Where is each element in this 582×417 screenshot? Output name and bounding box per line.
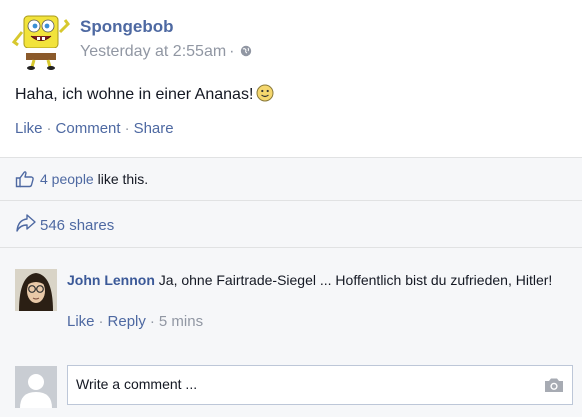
comment-author-link[interactable]: John Lennon [67, 272, 155, 288]
meta-separator: · [229, 43, 235, 60]
post-message: Haha, ich wohne in einer Ananas! [15, 86, 254, 103]
share-link[interactable]: Share [134, 120, 174, 137]
likes-suffix: like this. [93, 171, 149, 187]
spongebob-avatar[interactable] [11, 12, 70, 70]
smiley-icon [256, 84, 274, 107]
comment-input[interactable]: Write a comment ... [67, 365, 573, 405]
john-lennon-avatar[interactable] [15, 269, 57, 311]
post-header: Spongebob Yesterday at 2:55am · Haha, ich… [0, 0, 582, 157]
comment-action-separator: · [98, 313, 104, 330]
post-actions: Like · Comment · Share [15, 120, 174, 137]
comment-body: John Lennon Ja, ohne Fairtrade-Siegel ..… [67, 270, 572, 291]
current-user-avatar [15, 366, 57, 408]
comment-like-link[interactable]: Like [67, 313, 95, 330]
likes-count-link[interactable]: 4 people [40, 171, 94, 187]
comments-section: John Lennon Ja, ohne Fairtrade-Siegel ..… [0, 247, 582, 417]
post-meta: Yesterday at 2:55am · [80, 43, 252, 62]
camera-icon[interactable] [544, 377, 564, 396]
comment-input-placeholder: Write a comment ... [76, 376, 198, 392]
globe-icon[interactable] [240, 44, 252, 62]
post-timestamp[interactable]: Yesterday at 2:55am [80, 43, 226, 60]
likes-row: 4 people like this. [0, 157, 582, 200]
likes-summary: 4 people like this. [40, 171, 148, 187]
shares-count-link[interactable]: 546 shares [40, 217, 114, 234]
comment-actions: Like · Reply · 5 mins [67, 313, 203, 330]
comment-action-separator: · [149, 313, 155, 330]
comment-link[interactable]: Comment [56, 120, 121, 137]
action-separator: · [124, 120, 130, 137]
thumbs-up-icon [15, 170, 35, 193]
action-separator: · [46, 120, 52, 137]
comment-text: Ja, ohne Fairtrade-Siegel ... Hoffentlic… [158, 272, 553, 288]
share-arrow-icon [15, 213, 37, 238]
post-text: Haha, ich wohne in einer Ananas! [15, 84, 274, 107]
like-link[interactable]: Like [15, 120, 43, 137]
comment-timestamp[interactable]: 5 mins [159, 313, 203, 330]
shares-row: 546 shares [0, 200, 582, 247]
comment-reply-link[interactable]: Reply [108, 313, 146, 330]
post-author-link[interactable]: Spongebob [80, 17, 173, 37]
